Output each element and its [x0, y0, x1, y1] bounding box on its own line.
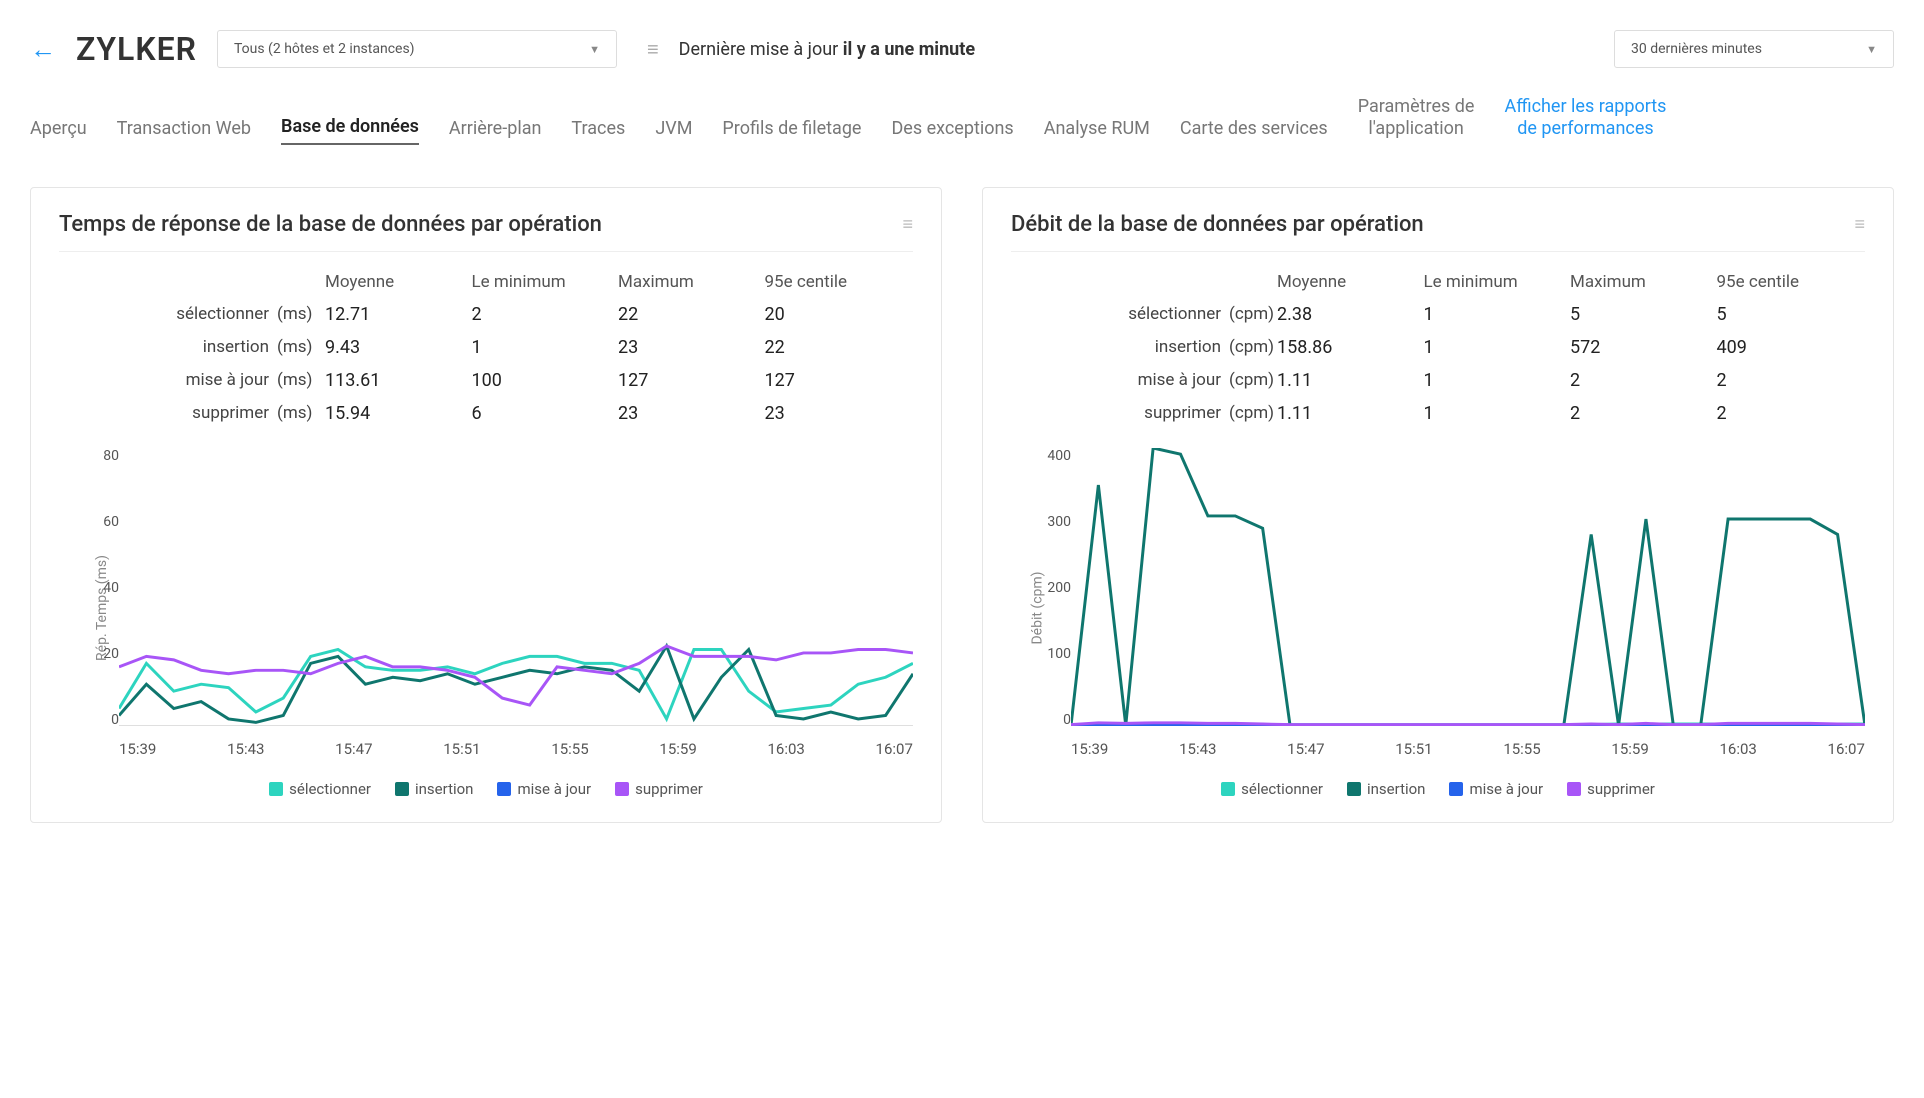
last-update-value: il y a une minute	[843, 39, 975, 60]
tab-overview[interactable]: Aperçu	[30, 118, 87, 145]
col-min: Le minimum	[1424, 272, 1563, 292]
swatch-icon	[1567, 782, 1581, 796]
response-time-table: Moyenne Le minimum Maximum 95e centile s…	[59, 272, 913, 424]
row-select-label: sélectionner	[1021, 304, 1221, 325]
tab-database[interactable]: Base de données	[281, 116, 419, 145]
chart-legend: sélectionner insertion mise à jour suppr…	[59, 780, 913, 798]
back-arrow-icon[interactable]: ←	[30, 34, 56, 65]
col-max: Maximum	[618, 272, 757, 292]
row-insert-label: insertion	[69, 337, 269, 358]
panel-title: Temps de réponse de la base de données p…	[59, 212, 602, 237]
row-update-label: mise à jour	[69, 370, 269, 391]
swatch-icon	[1449, 782, 1463, 796]
legend-delete[interactable]: supprimer	[1567, 780, 1655, 798]
legend-select[interactable]: sélectionner	[269, 780, 371, 798]
row-select-label: sélectionner	[69, 304, 269, 325]
tab-traces[interactable]: Traces	[571, 118, 625, 145]
legend-select[interactable]: sélectionner	[1221, 780, 1323, 798]
col-min: Le minimum	[472, 272, 611, 292]
host-dropdown-label: Tous (2 hôtes et 2 instances)	[234, 41, 415, 57]
throughput-table: Moyenne Le minimum Maximum 95e centile s…	[1011, 272, 1865, 424]
chart-legend: sélectionner insertion mise à jour suppr…	[1011, 780, 1865, 798]
top-bar: ← ZYLKER Tous (2 hôtes et 2 instances) ▼…	[30, 20, 1894, 88]
tab-thread-profiles[interactable]: Profils de filetage	[722, 118, 861, 145]
row-insert-label: insertion	[1021, 337, 1221, 358]
legend-update[interactable]: mise à jour	[497, 780, 591, 798]
tab-app-params[interactable]: Paramètres de l'application	[1358, 96, 1475, 145]
col-p95: 95e centile	[765, 272, 904, 292]
chart-svg	[1071, 448, 1865, 726]
chart-svg	[119, 448, 913, 726]
x-axis-ticks: 15:3915:4315:4715:5115:5515:5916:0316:07	[1071, 740, 1865, 758]
caret-down-icon: ▼	[589, 43, 600, 56]
swatch-icon	[269, 782, 283, 796]
tab-service-map[interactable]: Carte des services	[1180, 118, 1328, 145]
row-delete-label: supprimer	[69, 403, 269, 424]
time-range-dropdown[interactable]: 30 dernières minutes ▼	[1614, 30, 1894, 68]
legend-update[interactable]: mise à jour	[1449, 780, 1543, 798]
x-axis-ticks: 15:3915:4315:4715:5115:5515:5916:0316:07	[119, 740, 913, 758]
y-axis-ticks: 806040200	[89, 448, 119, 728]
time-range-label: 30 dernières minutes	[1631, 41, 1762, 57]
col-max: Maximum	[1570, 272, 1709, 292]
response-time-panel: Temps de réponse de la base de données p…	[30, 187, 942, 823]
col-avg: Moyenne	[1277, 272, 1416, 292]
host-dropdown[interactable]: Tous (2 hôtes et 2 instances) ▼	[217, 30, 617, 68]
swatch-icon	[615, 782, 629, 796]
last-update: Dernière mise à jour il y a une minute	[679, 39, 975, 60]
panel-menu-icon[interactable]: ≡	[1854, 214, 1865, 235]
throughput-panel: Débit de la base de données par opératio…	[982, 187, 1894, 823]
tab-rum-analysis[interactable]: Analyse RUM	[1044, 118, 1150, 145]
throughput-chart: Débit (cpm) 4003002001000 15:3915:4315:4…	[1011, 448, 1865, 768]
col-avg: Moyenne	[325, 272, 464, 292]
legend-insert[interactable]: insertion	[1347, 780, 1425, 798]
tab-exceptions[interactable]: Des exceptions	[891, 118, 1013, 145]
response-time-chart: Rép. Temps (ms) 806040200 15:3915:4315:4…	[59, 448, 913, 768]
swatch-icon	[1221, 782, 1235, 796]
nav-tabs: Aperçu Transaction Web Base de données A…	[30, 88, 1894, 157]
tab-jvm[interactable]: JVM	[655, 118, 692, 145]
legend-insert[interactable]: insertion	[395, 780, 473, 798]
swatch-icon	[497, 782, 511, 796]
col-p95: 95e centile	[1717, 272, 1856, 292]
y-axis-ticks: 4003002001000	[1041, 448, 1071, 728]
last-update-label: Dernière mise à jour	[679, 39, 839, 60]
swatch-icon	[1347, 782, 1361, 796]
tab-background[interactable]: Arrière-plan	[449, 118, 542, 145]
panel-menu-icon[interactable]: ≡	[902, 214, 913, 235]
tab-web-transaction[interactable]: Transaction Web	[117, 118, 251, 145]
hamburger-icon[interactable]: ≡	[647, 37, 659, 62]
row-update-label: mise à jour	[1021, 370, 1221, 391]
row-delete-label: supprimer	[1021, 403, 1221, 424]
panel-title: Débit de la base de données par opératio…	[1011, 212, 1424, 237]
app-title: ZYLKER	[76, 30, 197, 68]
tab-perf-reports[interactable]: Afficher les rapports de performances	[1504, 96, 1666, 145]
legend-delete[interactable]: supprimer	[615, 780, 703, 798]
swatch-icon	[395, 782, 409, 796]
caret-down-icon: ▼	[1866, 43, 1877, 56]
